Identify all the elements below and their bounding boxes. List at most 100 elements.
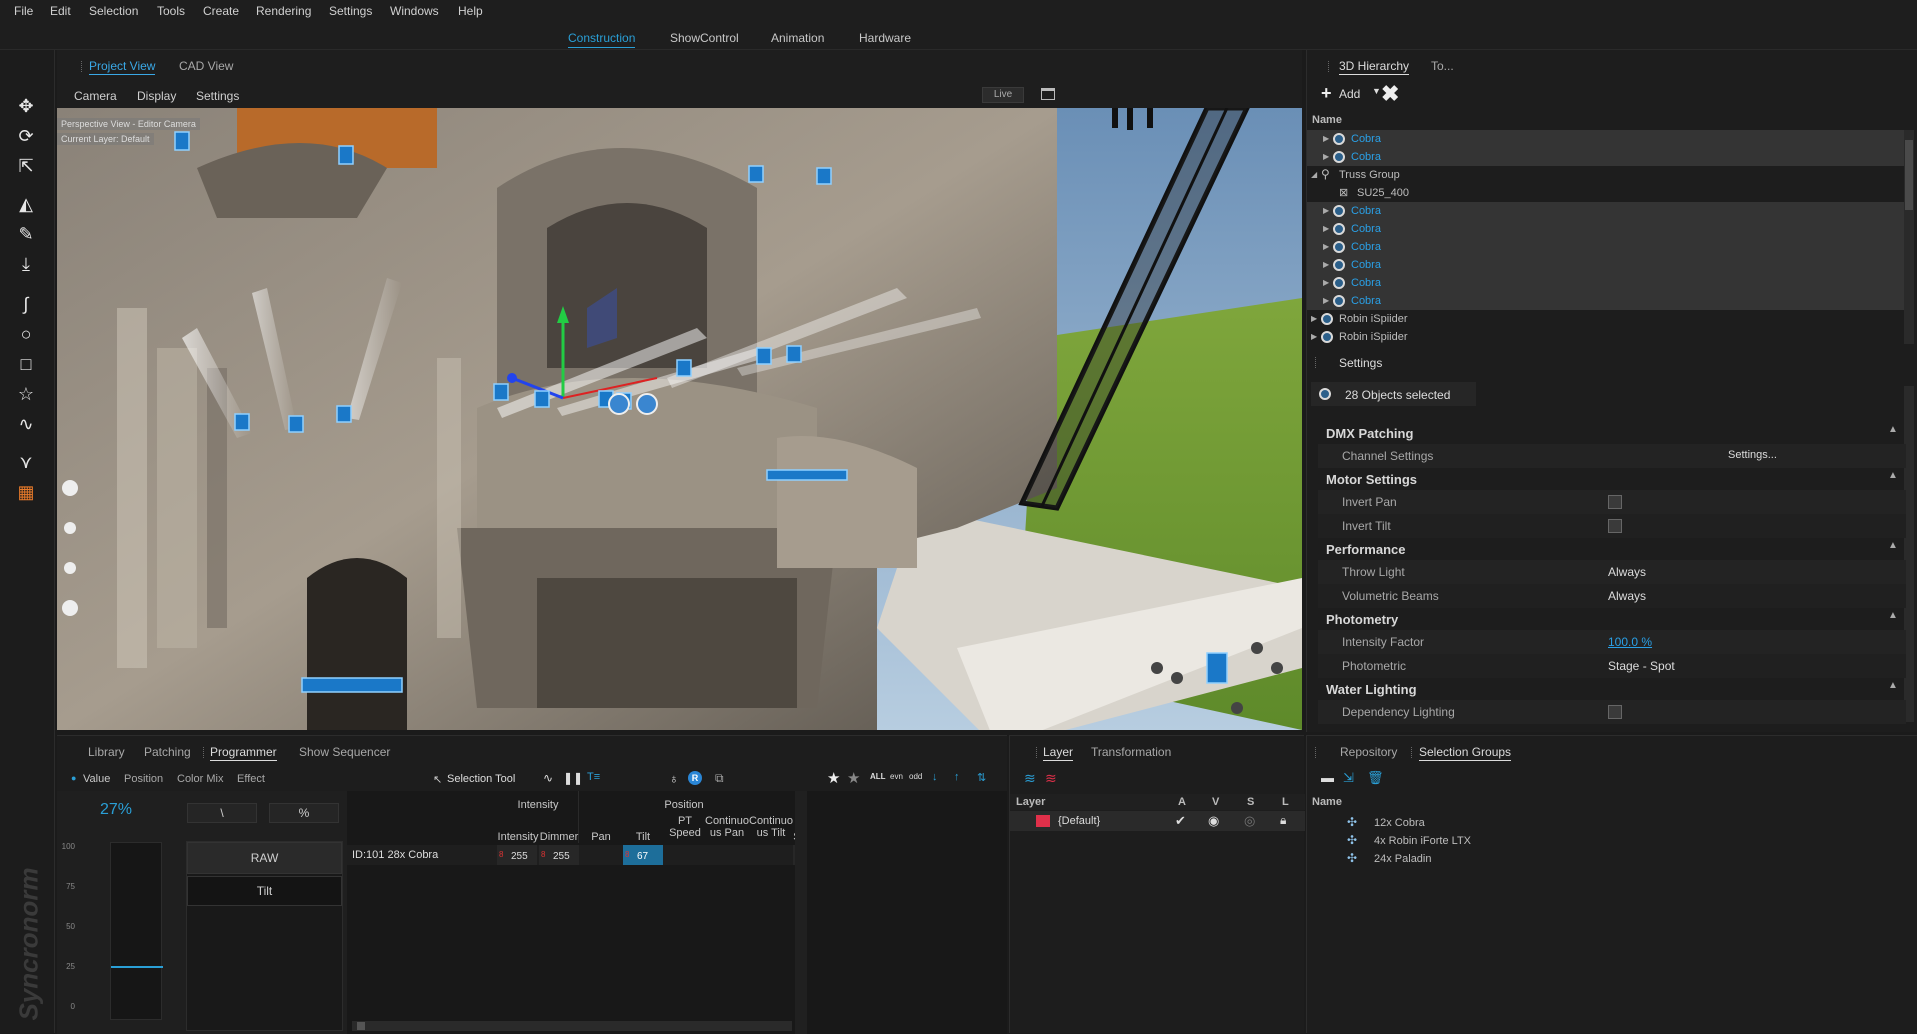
selection-tool-icon[interactable]: ↖ [433, 773, 442, 786]
layer-color-swatch[interactable] [1036, 815, 1050, 827]
arrow-down-icon[interactable]: ↓ [932, 771, 938, 783]
folder-icon[interactable]: ▬ [1321, 770, 1334, 785]
property-checkbox[interactable] [1608, 495, 1622, 509]
expand-icon[interactable]: ▶ [1311, 332, 1317, 341]
expand-icon[interactable]: ▶ [1323, 152, 1329, 161]
star-icon[interactable]: ☆ [14, 382, 38, 406]
tilt-button[interactable]: Tilt [187, 876, 342, 906]
menu-create[interactable]: Create [203, 4, 239, 18]
expand-icon[interactable]: ▶ [1311, 314, 1317, 323]
list-item[interactable]: ▶ Cobra [1307, 220, 1904, 238]
fader-handle[interactable] [111, 966, 163, 968]
list-item[interactable]: ✣ 12x Cobra [1307, 814, 1917, 832]
tab-library[interactable]: Library [88, 745, 125, 760]
solo-icon[interactable]: ◎ [1244, 813, 1255, 829]
expand-open-icon[interactable]: ◢ [1311, 170, 1317, 179]
expand-icon[interactable]: ▶ [1323, 260, 1329, 269]
scale-icon[interactable]: ⇱ [14, 154, 38, 178]
property-checkbox[interactable] [1608, 705, 1622, 719]
star-favorite-icon[interactable]: ★ [827, 769, 840, 787]
mode-construction[interactable]: Construction [568, 31, 636, 48]
menu-edit[interactable]: Edit [50, 4, 71, 18]
subtab-effect[interactable]: Effect [237, 773, 265, 786]
raw-button[interactable]: RAW [187, 842, 342, 874]
menu-selection[interactable]: Selection [89, 4, 138, 18]
tab-to[interactable]: To... [1431, 59, 1454, 74]
settings-section[interactable]: Performance ▲ [1318, 538, 1906, 560]
palette-icon[interactable]: ⧉ [715, 771, 724, 786]
tab-show-sequencer[interactable]: Show Sequencer [299, 745, 390, 760]
list-item[interactable]: ▶ Cobra [1307, 148, 1904, 166]
layer-stack-icon[interactable]: ≋ [1024, 770, 1036, 787]
expand-icon[interactable]: ▶ [1323, 296, 1329, 305]
menu-tools[interactable]: Tools [157, 4, 185, 18]
subtab-position[interactable]: Position [124, 773, 163, 786]
tab-patching[interactable]: Patching [144, 745, 191, 760]
list-item[interactable]: ▶ Cobra [1307, 130, 1904, 148]
col-intensity[interactable]: Intensity [497, 831, 539, 843]
list-item[interactable]: ✣ 24x Paladin [1307, 850, 1917, 868]
col-pan[interactable]: Pan [581, 831, 621, 843]
col-continuous-pan[interactable]: Continuo us Pan [705, 815, 749, 839]
select-all-icon[interactable]: ALL [870, 772, 886, 781]
col-continuous-tilt[interactable]: Continuo us Tilt [749, 815, 793, 839]
col-pt-speed[interactable]: PT Speed [665, 815, 705, 839]
settings-section[interactable]: Water Lighting ▲ [1318, 678, 1906, 700]
tab-transformation[interactable]: Transformation [1091, 745, 1171, 760]
collapse-icon[interactable]: ▲ [1888, 540, 1898, 551]
viewport-settings-menu[interactable]: Settings [196, 89, 239, 104]
tab-selection-groups[interactable]: Selection Groups [1419, 745, 1512, 761]
lock-icon[interactable]: 🔒︎ [1280, 813, 1286, 828]
collapse-icon[interactable]: ▲ [1888, 424, 1898, 435]
property-value[interactable]: Always [1608, 589, 1646, 603]
tab-cad-view[interactable]: CAD View [179, 59, 233, 74]
group-add-icon[interactable]: ⇲ [1343, 770, 1354, 786]
viewport-display-menu[interactable]: Display [137, 89, 176, 104]
circle-icon[interactable]: ○ [14, 322, 38, 346]
terrain-up-icon[interactable]: ◭ [14, 192, 38, 216]
expand-icon[interactable]: ▶ [1323, 278, 1329, 287]
layer-delete-icon[interactable]: ≋ [1045, 770, 1057, 787]
menu-windows[interactable]: Windows [390, 4, 439, 18]
property-value[interactable]: Stage - Spot [1608, 659, 1675, 673]
col-tilt[interactable]: Tilt [623, 831, 663, 843]
arrow-cycle-icon[interactable]: ⇅ [977, 771, 986, 784]
layer-row-default[interactable]: {Default} ✔ ◉ ◎ 🔒︎ [1010, 811, 1305, 831]
settings-section[interactable]: Motor Settings ▲ [1318, 468, 1906, 490]
collapse-icon[interactable]: ▲ [1888, 470, 1898, 481]
arrow-up-icon[interactable]: ↑ [954, 771, 960, 783]
select-odd-icon[interactable]: odd [909, 772, 922, 781]
collapse-icon[interactable]: ▲ [1888, 680, 1898, 691]
list-item[interactable]: ▶ Cobra [1307, 274, 1904, 292]
subtab-value[interactable]: Value [83, 773, 110, 786]
menu-file[interactable]: File [14, 4, 33, 18]
settings-section[interactable]: DMX Patching ▲ [1318, 422, 1906, 444]
mode-showcontrol[interactable]: ShowControl [670, 31, 739, 47]
select-even-icon[interactable]: evn [890, 772, 903, 781]
add-button[interactable]: Add [1339, 87, 1360, 101]
record-icon[interactable]: R [688, 771, 702, 785]
truss-icon[interactable]: ▦ [14, 480, 38, 504]
filter-icon[interactable]: T≡ [587, 771, 600, 783]
list-item[interactable]: ◢ ⚲ Truss Group [1307, 166, 1904, 184]
mode-animation[interactable]: Animation [771, 31, 824, 47]
menu-rendering[interactable]: Rendering [256, 4, 311, 18]
menu-help[interactable]: Help [458, 4, 483, 18]
chevron-down-icon[interactable]: ▼ [1372, 86, 1381, 96]
viewport-camera-menu[interactable]: Camera [74, 89, 117, 104]
expand-icon[interactable]: ▶ [1323, 224, 1329, 233]
list-item[interactable]: ▶ Cobra [1307, 202, 1904, 220]
rotate-icon[interactable]: ⟳ [14, 124, 38, 148]
expand-icon[interactable]: ▶ [1323, 242, 1329, 251]
tab-project-view[interactable]: Project View [89, 59, 156, 75]
property-value[interactable]: 100.0 % [1608, 635, 1652, 649]
grid-hscrollbar[interactable] [352, 1021, 792, 1031]
tab-layer[interactable]: Layer [1043, 745, 1074, 761]
settings-section[interactable]: Photometry ▲ [1318, 608, 1906, 630]
active-check-icon[interactable]: ✔ [1175, 813, 1186, 829]
bulb-icon[interactable]: ♁ [669, 771, 679, 786]
tab-repository[interactable]: Repository [1340, 745, 1397, 760]
add-icon[interactable]: + [1321, 83, 1332, 104]
table-row[interactable]: ID:101 28x Cobra 8255 8255 867 2 [347, 845, 807, 865]
list-item[interactable]: ▶ Cobra [1307, 256, 1904, 274]
